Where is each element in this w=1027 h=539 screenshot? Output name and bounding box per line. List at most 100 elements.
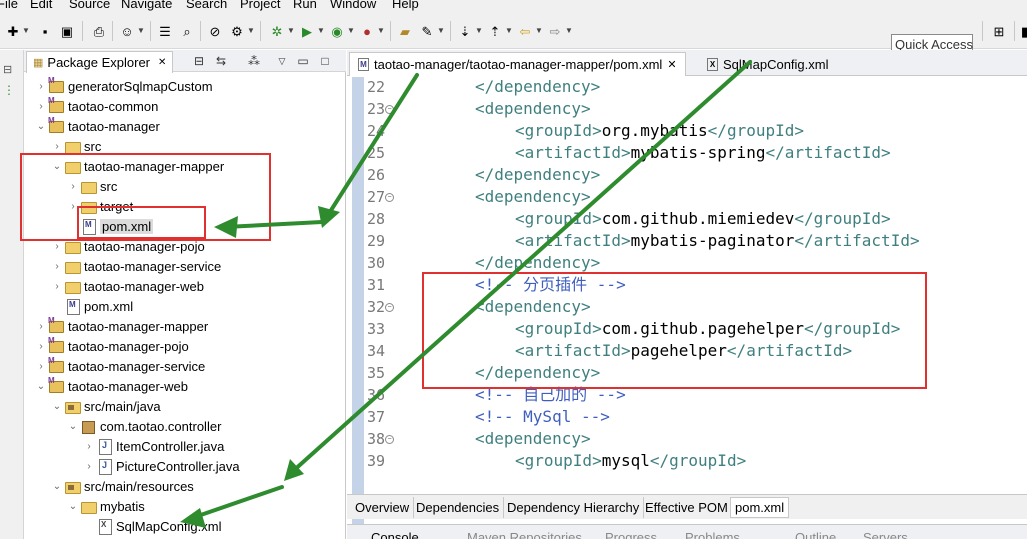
tree-item[interactable]: SqlMapConfig.xml — [82, 516, 222, 536]
close-icon[interactable]: ✕ — [158, 57, 166, 68]
close-icon[interactable]: ✕ — [667, 58, 676, 71]
java-perspective-icon[interactable]: ◧ — [1018, 22, 1027, 40]
tree-item[interactable]: › taotao-common — [34, 96, 158, 116]
tree-item[interactable]: ⌄ com.taotao.controller — [66, 416, 221, 436]
chevron-right-icon[interactable]: › — [66, 181, 80, 192]
chevron-down-icon[interactable]: ⌄ — [50, 401, 64, 412]
chevron-down-icon[interactable]: ▼ — [247, 22, 255, 40]
tree-item[interactable]: › taotao-manager-web — [50, 276, 204, 296]
external-run-icon[interactable]: ● — [358, 22, 376, 40]
menu-source[interactable]: Source — [69, 0, 110, 11]
chevron-down-icon[interactable]: ⌄ — [66, 421, 80, 432]
chevron-right-icon[interactable]: › — [50, 261, 64, 272]
chevron-right-icon[interactable]: › — [82, 441, 96, 452]
tree-item[interactable]: pom.xml — [50, 296, 133, 316]
tree-item[interactable]: › taotao-manager-service — [50, 256, 221, 276]
chevron-right-icon[interactable]: › — [34, 81, 48, 92]
code-editor[interactable]: 22 </dependency> 23− <dependency> 24 <groupId… — [347, 77, 1027, 539]
chevron-down-icon[interactable]: ▼ — [287, 22, 295, 40]
external-tools-icon[interactable]: ⚙ — [228, 22, 246, 40]
open-task-icon[interactable]: ✎ — [418, 22, 436, 40]
tab-effective-pom[interactable]: Effective POM — [641, 497, 733, 518]
restore-icon[interactable]: ⊟ — [3, 63, 12, 76]
tree-item[interactable]: ⌄ src/main/java — [50, 396, 161, 416]
tree-item[interactable]: ⌄ taotao-manager-mapper — [50, 156, 224, 176]
fold-icon[interactable]: − — [385, 435, 394, 444]
tree-item[interactable]: › src — [50, 136, 101, 156]
print-icon[interactable]: ⎙ — [90, 22, 108, 40]
chevron-down-icon[interactable]: ▼ — [347, 22, 355, 40]
tree-item[interactable]: ⌄ taotao-manager-web — [34, 376, 188, 396]
focus-icon[interactable]: ⁂ — [246, 53, 262, 69]
save-all-icon[interactable]: ▣ — [58, 22, 76, 40]
tab-dependency-hierarchy[interactable]: Dependency Hierarchy — [503, 497, 645, 518]
maximize-icon[interactable]: □ — [317, 53, 333, 69]
tree-item[interactable]: › target — [66, 196, 133, 216]
chevron-down-icon[interactable]: ▼ — [475, 22, 483, 40]
save-icon[interactable]: ▪ — [36, 22, 54, 40]
chevron-down-icon[interactable]: ▼ — [565, 22, 573, 40]
perspective-icon[interactable]: ⊞ — [990, 22, 1008, 40]
chevron-down-icon[interactable]: ▼ — [535, 22, 543, 40]
tab-dependencies[interactable]: Dependencies — [412, 497, 505, 518]
skip-breakpoints-icon[interactable]: ⊘ — [206, 22, 224, 40]
chevron-right-icon[interactable]: › — [34, 341, 48, 352]
tab-pom-xml[interactable]: pom.xml — [730, 497, 790, 518]
tab-overview[interactable]: Overview — [351, 497, 415, 518]
menu-window[interactable]: Window — [330, 0, 376, 11]
link-with-editor-icon[interactable]: ⇆ — [213, 53, 229, 69]
task-icon[interactable]: ☰ — [156, 22, 174, 40]
minimize-icon[interactable]: ▭ — [295, 53, 311, 69]
chevron-down-icon[interactable]: ⌄ — [50, 481, 64, 492]
chevron-down-icon[interactable]: ⌄ — [50, 161, 64, 172]
tree-item[interactable]: ⌄ taotao-manager — [34, 116, 160, 136]
tab-pom-xml[interactable]: M taotao-manager/taotao-manager-mapper/p… — [349, 52, 686, 76]
forward-icon[interactable]: ⇨ — [546, 22, 564, 40]
tab-problems[interactable]: Problems — [685, 530, 740, 539]
menu-run[interactable]: Run — [293, 0, 317, 11]
tree-item[interactable]: pom.xml — [66, 216, 154, 236]
hierarchy-icon[interactable]: ⋮ — [3, 83, 15, 97]
next-annotation-icon[interactable]: ⇣ — [456, 22, 474, 40]
view-menu-icon[interactable]: ▽ — [274, 53, 290, 69]
search-icon[interactable]: ⌕ — [178, 22, 196, 40]
tree-item[interactable]: ⌄ src/main/resources — [50, 476, 194, 496]
open-type-icon[interactable]: ▰ — [396, 22, 414, 40]
tree-item[interactable]: › generatorSqlmapCustom — [34, 76, 212, 96]
prev-annotation-icon[interactable]: ⇡ — [486, 22, 504, 40]
tree-item[interactable]: › taotao-manager-mapper — [34, 316, 208, 336]
collapse-all-icon[interactable]: ⊟ — [191, 53, 207, 69]
tree-item[interactable]: ⌄ mybatis — [66, 496, 145, 516]
chevron-right-icon[interactable]: › — [50, 281, 64, 292]
menu-edit[interactable]: Edit — [30, 0, 52, 11]
coverage-icon[interactable]: ◉ — [328, 22, 346, 40]
run-icon[interactable]: ▶ — [298, 22, 316, 40]
tree-item[interactable]: › taotao-manager-pojo — [50, 236, 205, 256]
menu-search[interactable]: Search — [186, 0, 227, 11]
tree-item[interactable]: › src — [66, 176, 117, 196]
chevron-down-icon[interactable]: ▼ — [377, 22, 385, 40]
chevron-down-icon[interactable]: ⌄ — [66, 501, 80, 512]
tab-package-explorer[interactable]: ▦ Package Explorer ✕ — [26, 51, 174, 73]
menu-file[interactable]: File — [0, 0, 18, 11]
tree-item[interactable]: › taotao-manager-pojo — [34, 336, 188, 356]
new-icon[interactable]: ✚ — [4, 22, 22, 40]
tab-console[interactable]: Console — [371, 530, 419, 539]
console-icon[interactable]: ☺ — [118, 22, 136, 40]
chevron-down-icon[interactable]: ▼ — [317, 22, 325, 40]
fold-icon[interactable]: − — [385, 303, 394, 312]
tab-outline[interactable]: Outline — [795, 530, 836, 539]
chevron-right-icon[interactable]: › — [34, 101, 48, 112]
back-icon[interactable]: ⇦ — [516, 22, 534, 40]
chevron-right-icon[interactable]: › — [34, 321, 48, 332]
tab-maven-repositories[interactable]: Maven Repositories — [467, 530, 582, 539]
chevron-down-icon[interactable]: ▼ — [505, 22, 513, 40]
tab-progress[interactable]: Progress — [605, 530, 657, 539]
tree-item[interactable]: › ItemController.java — [82, 436, 224, 456]
tree-item[interactable]: › PictureController.java — [82, 456, 240, 476]
chevron-right-icon[interactable]: › — [82, 461, 96, 472]
menu-help[interactable]: Help — [392, 0, 419, 11]
fold-icon[interactable]: − — [385, 105, 394, 114]
tab-sqlmapconfig-xml[interactable]: X SqlMapConfig.xml — [699, 52, 837, 76]
menu-project[interactable]: Project — [240, 0, 280, 11]
